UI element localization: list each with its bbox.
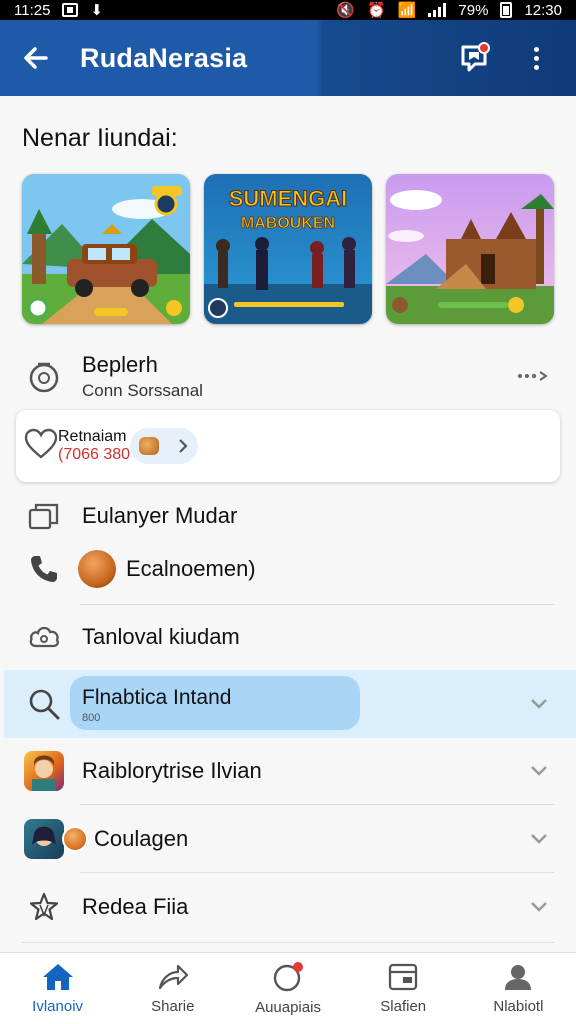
cloud-gear-icon [22, 615, 66, 659]
row-beplerh-title: Beplerh [82, 351, 158, 377]
battery-icon [500, 2, 513, 18]
coulagen-app-icon [22, 817, 66, 861]
chevron-right-icon [179, 439, 188, 453]
back-arrow-icon[interactable] [18, 40, 54, 76]
nav-label-share: Sharie [151, 998, 195, 1015]
row-ecalnoemen[interactable]: Ecalnoemen) [0, 546, 576, 592]
row-coulagen-title: Coulagen [94, 826, 189, 851]
row-redea-title: Redea Fiia [82, 894, 189, 919]
alarm-icon: ⏰ [367, 2, 386, 19]
chevron-down-icon[interactable] [524, 833, 554, 845]
row-raiblorytrise-title: Raiblorytrise Ilvian [82, 758, 262, 783]
signal-icon [428, 3, 447, 17]
copy-icon [22, 494, 66, 538]
row-tanloval[interactable]: Tanloval kiudam [0, 614, 576, 660]
star-icon [22, 885, 66, 929]
coin-action-pill[interactable] [130, 428, 199, 464]
mute-icon: 🔇 [336, 2, 356, 19]
row-eulanyer[interactable]: Eulanyer Mudar [0, 494, 576, 538]
ecalnoemen-avatar-icon [78, 550, 116, 588]
gauge-icon [22, 354, 66, 398]
heart-icon[interactable] [24, 428, 58, 465]
row-ecalnoemen-title: Ecalnoemen) [126, 556, 256, 581]
bottom-navigation: Ivlanoiv Sharie Auuapiais Slafien Nlabio… [0, 952, 576, 1024]
row-retnaiam-card[interactable]: Retnaiam (7066 380 [16, 410, 560, 482]
bookmark-chat-button[interactable] [452, 36, 496, 80]
divider [22, 942, 554, 943]
nav-label-notifications: Auuapiais [255, 999, 321, 1016]
more-vert-icon [533, 46, 539, 70]
profile-icon [505, 965, 532, 990]
nav-item-notifications[interactable]: Auuapiais [230, 953, 345, 1024]
share-icon [158, 964, 188, 990]
divider [80, 604, 554, 605]
more-options-button[interactable] [514, 36, 558, 80]
app-title: RudaNerasia [80, 42, 248, 73]
row-redea[interactable]: Redea Fiia [0, 880, 576, 934]
thumbnail-carousel: SUMENGAI MABOUKEN [22, 174, 554, 324]
nav-label-home: Ivlanoiv [32, 998, 84, 1015]
thumb-sumengai[interactable]: SUMENGAI MABOUKEN [204, 174, 372, 324]
row-tanloval-title: Tanloval kiudam [82, 624, 240, 649]
nav-label-station: Slafien [380, 998, 427, 1015]
home-icon [42, 964, 73, 990]
coin-icon [62, 826, 88, 852]
nav-item-station[interactable]: Slafien [346, 953, 461, 1024]
notification-icon [273, 962, 303, 992]
row-raiblorytrise[interactable]: Raiblorytrise Ilvian [0, 744, 576, 798]
chevron-down-icon[interactable] [524, 901, 554, 913]
main-content: Nenar Iiundai: SUMENGAI MABOUKEN Beplerh… [0, 96, 576, 952]
row-retnaiam-title: Retnaiam [58, 428, 127, 445]
thumb-temple-game[interactable] [386, 174, 554, 324]
row-coulagen[interactable]: Coulagen [0, 812, 576, 866]
divider [80, 872, 554, 873]
status-time-left: 11:25 [14, 1, 51, 19]
download-icon: ⬇ [90, 2, 104, 19]
station-icon [389, 963, 418, 991]
divider [80, 804, 554, 805]
search-field-pill[interactable]: Flnabtica Intand 800 [70, 676, 360, 730]
notification-badge [478, 42, 490, 54]
sumengai-title-line1: SUMENGAI [229, 186, 348, 211]
screenshot-icon [62, 3, 79, 17]
nav-item-home[interactable]: Ivlanoiv [0, 953, 115, 1024]
more-horizontal-arrow-icon[interactable] [514, 369, 554, 383]
chevron-down-icon[interactable] [524, 765, 554, 777]
wifi-icon: 📶 [397, 2, 417, 19]
row-eulanyer-title: Eulanyer Mudar [82, 503, 238, 528]
row-beplerh[interactable]: Beplerh Conn Sorssanal [0, 346, 576, 406]
status-time-right: 12:30 [524, 1, 562, 19]
app-bar: RudaNerasia [0, 20, 576, 96]
nav-item-share[interactable]: Sharie [115, 953, 230, 1024]
coin-bag-icon [139, 437, 160, 455]
row-flnabtica-subtitle: 800 [82, 712, 101, 724]
nav-label-profile: Nlabiotl [493, 998, 544, 1015]
row-retnaiam-subtitle: (7066 380 [58, 446, 131, 463]
sumengai-title-line2: MABOUKEN [241, 215, 335, 232]
battery-percent: 79% [458, 1, 489, 19]
section-title: Nenar Iiundai: [22, 124, 178, 152]
thumb-car-game[interactable] [22, 174, 190, 324]
phone-icon [22, 547, 66, 591]
row-beplerh-subtitle: Conn Sorssanal [82, 380, 203, 400]
nav-item-profile[interactable]: Nlabiotl [461, 953, 576, 1024]
raiblorytrise-app-icon [22, 749, 66, 793]
row-flnabtica-title: Flnabtica Intand [82, 686, 232, 709]
status-bar: 11:25 ⬇ 🔇 ⏰ 📶 79% 12:30 [0, 0, 576, 20]
